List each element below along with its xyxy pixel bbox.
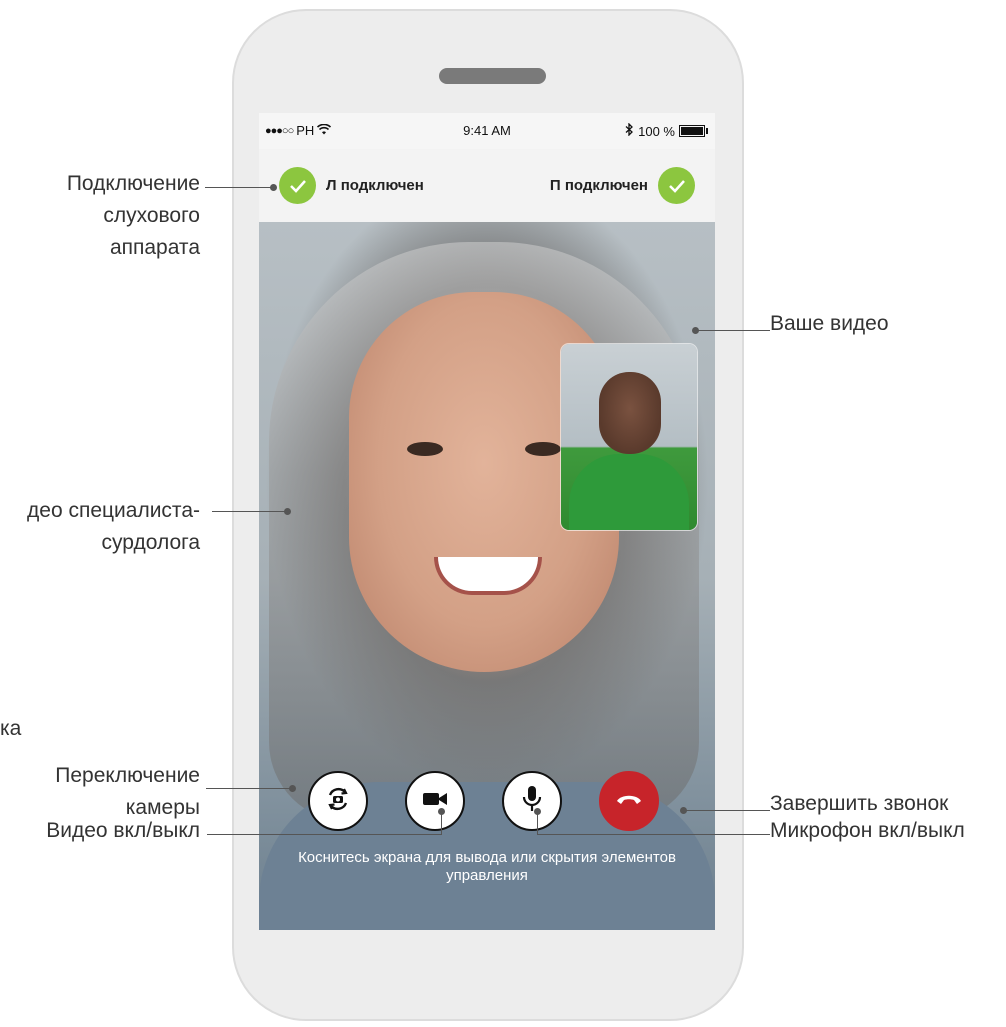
status-bar: ●●●○○ PH 9:41 AM 100 % [259,113,715,149]
callout-dot [680,807,687,814]
callout-video-toggle: Видео вкл/выкл [46,819,200,842]
video-toggle-button[interactable] [405,771,465,831]
phone-speaker [439,68,546,84]
callout-connector [205,187,275,188]
callout-mic-toggle: Микрофон вкл/выкл [770,819,965,842]
check-icon [658,167,695,204]
callout-your-video: Ваше видео [770,312,889,335]
callout-dot [534,808,541,815]
callout-connector [441,812,442,834]
eye-right [525,442,561,456]
call-controls [259,771,715,831]
callout-line: деo специалиста- [27,499,200,522]
eye-left [407,442,443,456]
callout-line: Подключение [66,172,200,195]
end-call-button[interactable] [599,771,659,831]
smile [434,557,542,595]
mic-toggle-button[interactable] [502,771,562,831]
callout-dot [284,508,291,515]
bluetooth-icon [625,122,634,139]
callout-connector [207,834,442,835]
callout-line: Переключение [55,764,200,787]
right-connection-status: П подключен [550,167,695,204]
callout-specialist-video: деo специалиста- сурдолога [27,495,200,559]
callout-connector [212,511,287,512]
hearing-aid-connection-bar: Л подключен П подключен [259,149,715,222]
pip-shoulders [569,454,689,530]
callout-line: аппарата [109,236,200,259]
callout-dot [270,184,277,191]
switch-camera-button[interactable] [308,771,368,831]
phone-screen[interactable]: ●●●○○ PH 9:41 AM 100 % Л подключен П под… [259,113,715,930]
battery-status: 100 % [625,122,708,139]
callout-dot [438,808,445,815]
pip-head [599,372,661,454]
right-connection-label: П подключен [549,177,648,194]
callout-connector [695,330,770,331]
check-icon [279,167,316,204]
callout-connector [206,788,292,789]
left-connection-status: Л подключен [279,167,424,204]
left-connection-label: Л подключен [326,177,424,194]
controls-hint: Коснитесь экрана для вывода или скрытия … [298,849,676,884]
callout-cut-off: ка [0,717,22,740]
callout-dot [692,327,699,334]
camera-switch-icon [324,785,352,818]
callout-dot [289,785,296,792]
hang-up-icon [615,792,643,811]
callout-connector [682,810,770,811]
callout-line: слухового [103,204,200,227]
callout-connector [537,834,770,835]
battery-icon [679,125,708,137]
callout-hearing-aid-connection: Подключение слухового аппарата [67,168,200,264]
callout-line: сурдолога [101,531,200,554]
callout-connector [537,812,538,834]
battery-percent: 100 % [638,123,675,139]
your-video-preview[interactable] [561,344,697,530]
